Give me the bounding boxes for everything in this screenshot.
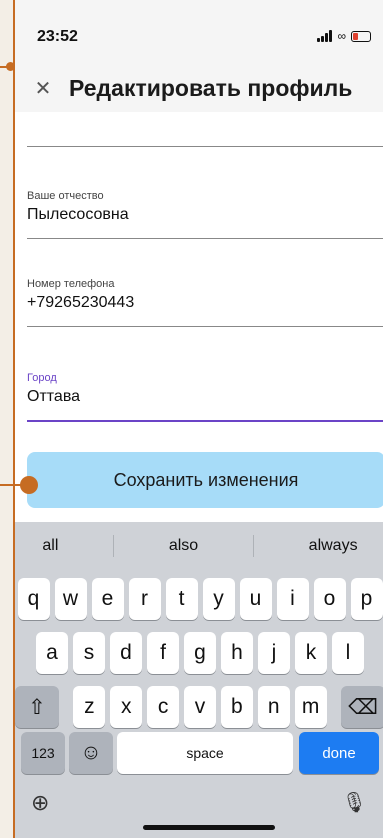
- field-underline: [27, 238, 383, 239]
- wifi-icon: ∞: [337, 29, 346, 43]
- key[interactable]: e: [91, 578, 124, 620]
- home-indicator: [143, 825, 275, 830]
- key-row-3: ⇧ z x c v b n m ⌫: [15, 686, 383, 728]
- save-button[interactable]: Сохранить изменения: [27, 452, 383, 508]
- key[interactable]: p: [350, 578, 383, 620]
- suggestion-item[interactable]: also: [169, 537, 198, 555]
- field-label: Номер телефона: [27, 278, 115, 290]
- close-icon[interactable]: ✕: [31, 76, 55, 100]
- annotation-dot: [20, 476, 38, 494]
- key[interactable]: l: [332, 632, 364, 674]
- key[interactable]: m: [294, 686, 327, 728]
- phone-screen: 23:52 ∞ ✕ Редактировать профиль Ваше отч…: [13, 0, 383, 838]
- key-row-2: a s d f g h j k l: [15, 632, 383, 674]
- microphone-icon[interactable]: 🎙︎: [342, 790, 367, 815]
- done-key[interactable]: done: [299, 732, 379, 774]
- patronymic-field[interactable]: Ваше отчество Пылесосовна: [27, 190, 383, 239]
- key[interactable]: q: [17, 578, 50, 620]
- key[interactable]: j: [258, 632, 290, 674]
- status-bar: 23:52 ∞: [15, 0, 383, 64]
- field-label: Ваше отчество: [27, 190, 104, 202]
- key[interactable]: b: [220, 686, 253, 728]
- key[interactable]: g: [184, 632, 216, 674]
- key[interactable]: a: [36, 632, 68, 674]
- signal-icon: [317, 30, 333, 42]
- emoji-icon[interactable]: ☺: [69, 732, 113, 774]
- field-label: Город: [27, 372, 57, 384]
- field-value[interactable]: +79265230443: [27, 294, 383, 312]
- system-icons: ∞: [317, 29, 371, 43]
- numbers-key[interactable]: 123: [21, 732, 65, 774]
- suggestion-item[interactable]: all: [42, 537, 58, 555]
- key[interactable]: w: [54, 578, 87, 620]
- backspace-icon[interactable]: ⌫: [341, 686, 383, 728]
- app-header: ✕ Редактировать профиль: [15, 64, 383, 112]
- key[interactable]: z: [73, 686, 106, 728]
- field-underline: [27, 146, 383, 147]
- key[interactable]: o: [313, 578, 346, 620]
- suggestion-item[interactable]: always: [309, 537, 358, 555]
- key[interactable]: d: [110, 632, 142, 674]
- key[interactable]: k: [295, 632, 327, 674]
- suggestion-divider: [252, 535, 254, 557]
- key[interactable]: c: [147, 686, 180, 728]
- key[interactable]: h: [221, 632, 253, 674]
- key[interactable]: s: [73, 632, 105, 674]
- city-field[interactable]: Город Оттава: [27, 372, 383, 422]
- phone-field[interactable]: Номер телефона +79265230443: [27, 278, 383, 327]
- keyboard: all also always q w e r t y u i o p a s …: [15, 522, 383, 838]
- key[interactable]: v: [184, 686, 216, 728]
- field-underline: [27, 326, 383, 327]
- key[interactable]: x: [110, 686, 143, 728]
- key[interactable]: y: [202, 578, 235, 620]
- key[interactable]: i: [276, 578, 309, 620]
- key[interactable]: r: [128, 578, 161, 620]
- key[interactable]: t: [165, 578, 198, 620]
- field-value[interactable]: Пылесосовна: [27, 206, 383, 224]
- key-row-4: 123 ☺ space done: [15, 732, 383, 774]
- shift-icon[interactable]: ⇧: [15, 686, 59, 728]
- status-time: 23:52: [37, 28, 78, 45]
- key[interactable]: n: [257, 686, 290, 728]
- suggestion-divider: [113, 535, 115, 557]
- field-value[interactable]: Оттава: [27, 388, 383, 406]
- page-title: Редактировать профиль: [69, 74, 353, 101]
- key-row-1: q w e r t y u i o p: [15, 578, 383, 620]
- key[interactable]: u: [239, 578, 272, 620]
- field-underline: [27, 420, 383, 422]
- globe-icon[interactable]: ⊕: [31, 790, 49, 816]
- battery-icon: [351, 30, 371, 42]
- suggestion-bar: all also always: [15, 522, 383, 570]
- key[interactable]: f: [147, 632, 179, 674]
- space-key[interactable]: space: [117, 732, 293, 774]
